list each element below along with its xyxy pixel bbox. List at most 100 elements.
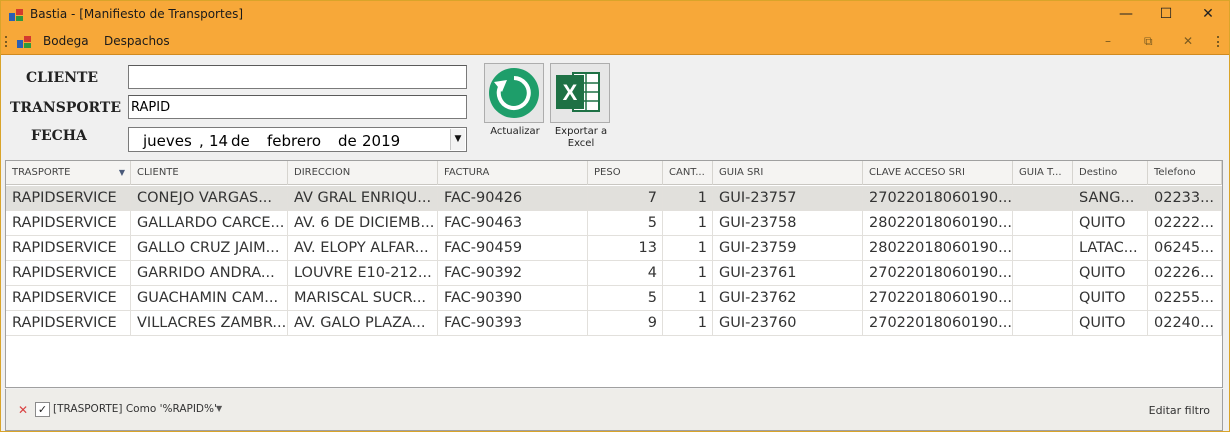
cell-factura[interactable]: FAC-90390 (438, 286, 588, 310)
cell-guia-sri[interactable]: GUI-23761 (713, 261, 863, 285)
cell-trasporte[interactable]: RAPIDSERVICE (6, 261, 131, 285)
cell-direccion[interactable]: AV GRAL ENRIQU... (288, 186, 438, 210)
filter-enabled-checkbox[interactable]: ✓ (35, 402, 50, 417)
cell-clave-acceso-sri[interactable]: 27022018060190... (863, 261, 1013, 285)
cell-factura[interactable]: FAC-90459 (438, 236, 588, 260)
cell-destino[interactable]: QUITO (1073, 286, 1148, 310)
cell-peso[interactable]: 5 (588, 286, 663, 310)
mdi-restore-button[interactable]: ⧉ (1144, 34, 1153, 49)
cell-clave-acceso-sri[interactable]: 27022018060190... (863, 286, 1013, 310)
table-row[interactable]: RAPIDSERVICE GALLARDO CARCE... AV. 6 DE DI… (6, 211, 1222, 236)
cell-direccion[interactable]: AV. 6 DE DICIEMB... (288, 211, 438, 235)
cell-peso[interactable]: 4 (588, 261, 663, 285)
actualizar-button[interactable] (484, 63, 544, 123)
cell-peso[interactable]: 7 (588, 186, 663, 210)
cell-cliente[interactable]: GALLO CRUZ JAIM... (131, 236, 288, 260)
cell-peso[interactable]: 13 (588, 236, 663, 260)
cell-telefono[interactable]: 02222... (1148, 211, 1222, 235)
cliente-input[interactable] (128, 65, 467, 89)
cell-cliente[interactable]: CONEJO VARGAS... (131, 186, 288, 210)
cell-guia-t[interactable] (1013, 311, 1073, 335)
cell-guia-sri[interactable]: GUI-23759 (713, 236, 863, 260)
column-header-guia-sri[interactable]: GUIA SRI (713, 161, 863, 185)
table-row[interactable]: RAPIDSERVICE GUACHAMIN CAM... MARISCAL SUC… (6, 286, 1222, 311)
cell-destino[interactable]: SANG... (1073, 186, 1148, 210)
cell-guia-sri[interactable]: GUI-23762 (713, 286, 863, 310)
date-month[interactable]: febrero (267, 132, 321, 150)
manifest-grid[interactable]: TRASPORTE ▼ CLIENTE DIRECCION FACTURA PESO CAN… (5, 160, 1223, 388)
cell-guia-t[interactable] (1013, 261, 1073, 285)
column-header-cantidad[interactable]: CANT... (663, 161, 713, 185)
cell-cantidad[interactable]: 1 (663, 186, 713, 210)
column-header-peso[interactable]: PESO (588, 161, 663, 185)
clear-filter-icon[interactable]: ✕ (18, 403, 28, 417)
cell-guia-sri[interactable]: GUI-23757 (713, 186, 863, 210)
cell-direccion[interactable]: LOUVRE E10-212... (288, 261, 438, 285)
cell-telefono[interactable]: 06245... (1148, 236, 1222, 260)
mdi-child-icon[interactable] (17, 36, 31, 48)
cell-trasporte[interactable]: RAPIDSERVICE (6, 286, 131, 310)
cell-guia-t[interactable] (1013, 186, 1073, 210)
cell-telefono[interactable]: 02255... (1148, 286, 1222, 310)
cell-clave-acceso-sri[interactable]: 28022018060190... (863, 211, 1013, 235)
cell-factura[interactable]: FAC-90426 (438, 186, 588, 210)
column-header-trasporte[interactable]: TRASPORTE ▼ (6, 161, 131, 185)
cell-direccion[interactable]: MARISCAL SUCR... (288, 286, 438, 310)
chevron-down-icon[interactable]: ▼ (450, 129, 465, 150)
cell-cantidad[interactable]: 1 (663, 261, 713, 285)
cell-destino[interactable]: QUITO (1073, 311, 1148, 335)
cell-destino[interactable]: QUITO (1073, 261, 1148, 285)
column-header-telefono[interactable]: Telefono (1148, 161, 1222, 185)
cell-telefono[interactable]: 02226... (1148, 261, 1222, 285)
cell-cliente[interactable]: VILLACRES ZAMBR... (131, 311, 288, 335)
cell-trasporte[interactable]: RAPIDSERVICE (6, 211, 131, 235)
cell-cantidad[interactable]: 1 (663, 236, 713, 260)
column-header-cliente[interactable]: CLIENTE (131, 161, 288, 185)
column-header-direccion[interactable]: DIRECCION (288, 161, 438, 185)
column-header-guia-t[interactable]: GUIA T... (1013, 161, 1073, 185)
cell-guia-sri[interactable]: GUI-23758 (713, 211, 863, 235)
menu-item-bodega[interactable]: Bodega (43, 34, 89, 48)
cell-clave-acceso-sri[interactable]: 28022018060190... (863, 236, 1013, 260)
filter-expression[interactable]: [TRASPORTE] Como '%RAPID%' (53, 403, 217, 415)
cell-direccion[interactable]: AV. GALO PLAZA... (288, 311, 438, 335)
cell-peso[interactable]: 9 (588, 311, 663, 335)
cell-clave-acceso-sri[interactable]: 27022018060190... (863, 311, 1013, 335)
column-header-destino[interactable]: Destino (1073, 161, 1148, 185)
table-row[interactable]: RAPIDSERVICE GARRIDO ANDRA... LOUVRE E10-2… (6, 261, 1222, 286)
cell-guia-sri[interactable]: GUI-23760 (713, 311, 863, 335)
cell-cantidad[interactable]: 1 (663, 286, 713, 310)
cell-peso[interactable]: 5 (588, 211, 663, 235)
table-row[interactable]: RAPIDSERVICE GALLO CRUZ JAIM... AV. ELOPY … (6, 236, 1222, 261)
fecha-date-picker[interactable]: jueves , 14 de febrero de 2019 ▼ (128, 127, 467, 152)
menu-item-despachos[interactable]: Despachos (104, 34, 170, 48)
title-bar[interactable]: Bastia - [Manifiesto de Transportes] — ☐… (1, 1, 1229, 28)
cell-trasporte[interactable]: RAPIDSERVICE (6, 236, 131, 260)
column-header-factura[interactable]: FACTURA (438, 161, 588, 185)
cell-guia-t[interactable] (1013, 286, 1073, 310)
cell-direccion[interactable]: AV. ELOPY ALFAR... (288, 236, 438, 260)
column-header-clave-acceso-sri[interactable]: CLAVE ACCESO SRI (863, 161, 1013, 185)
cell-factura[interactable]: FAC-90392 (438, 261, 588, 285)
cell-telefono[interactable]: 02240... (1148, 311, 1222, 335)
close-button[interactable]: ✕ (1185, 1, 1230, 28)
cell-cliente[interactable]: GALLARDO CARCE... (131, 211, 288, 235)
exportar-excel-button[interactable]: X (550, 63, 610, 123)
cell-cliente[interactable]: GARRIDO ANDRA... (131, 261, 288, 285)
date-day[interactable]: 14 (209, 132, 228, 150)
cell-trasporte[interactable]: RAPIDSERVICE (6, 311, 131, 335)
cell-factura[interactable]: FAC-90463 (438, 211, 588, 235)
date-year[interactable]: 2019 (362, 132, 400, 150)
table-row[interactable]: RAPIDSERVICE CONEJO VARGAS... AV GRAL ENRI… (6, 186, 1222, 211)
cell-cantidad[interactable]: 1 (663, 311, 713, 335)
cell-guia-t[interactable] (1013, 211, 1073, 235)
cell-factura[interactable]: FAC-90393 (438, 311, 588, 335)
filter-icon[interactable]: ▼ (119, 161, 125, 185)
cell-telefono[interactable]: 02233... (1148, 186, 1222, 210)
table-row[interactable]: RAPIDSERVICE VILLACRES ZAMBR... AV. GALO P… (6, 311, 1222, 336)
cell-destino[interactable]: QUITO (1073, 211, 1148, 235)
menu-grip[interactable] (5, 36, 8, 47)
cell-trasporte[interactable]: RAPIDSERVICE (6, 186, 131, 210)
maximize-button[interactable]: ☐ (1143, 1, 1189, 28)
chevron-down-icon[interactable]: ▼ (216, 404, 222, 413)
